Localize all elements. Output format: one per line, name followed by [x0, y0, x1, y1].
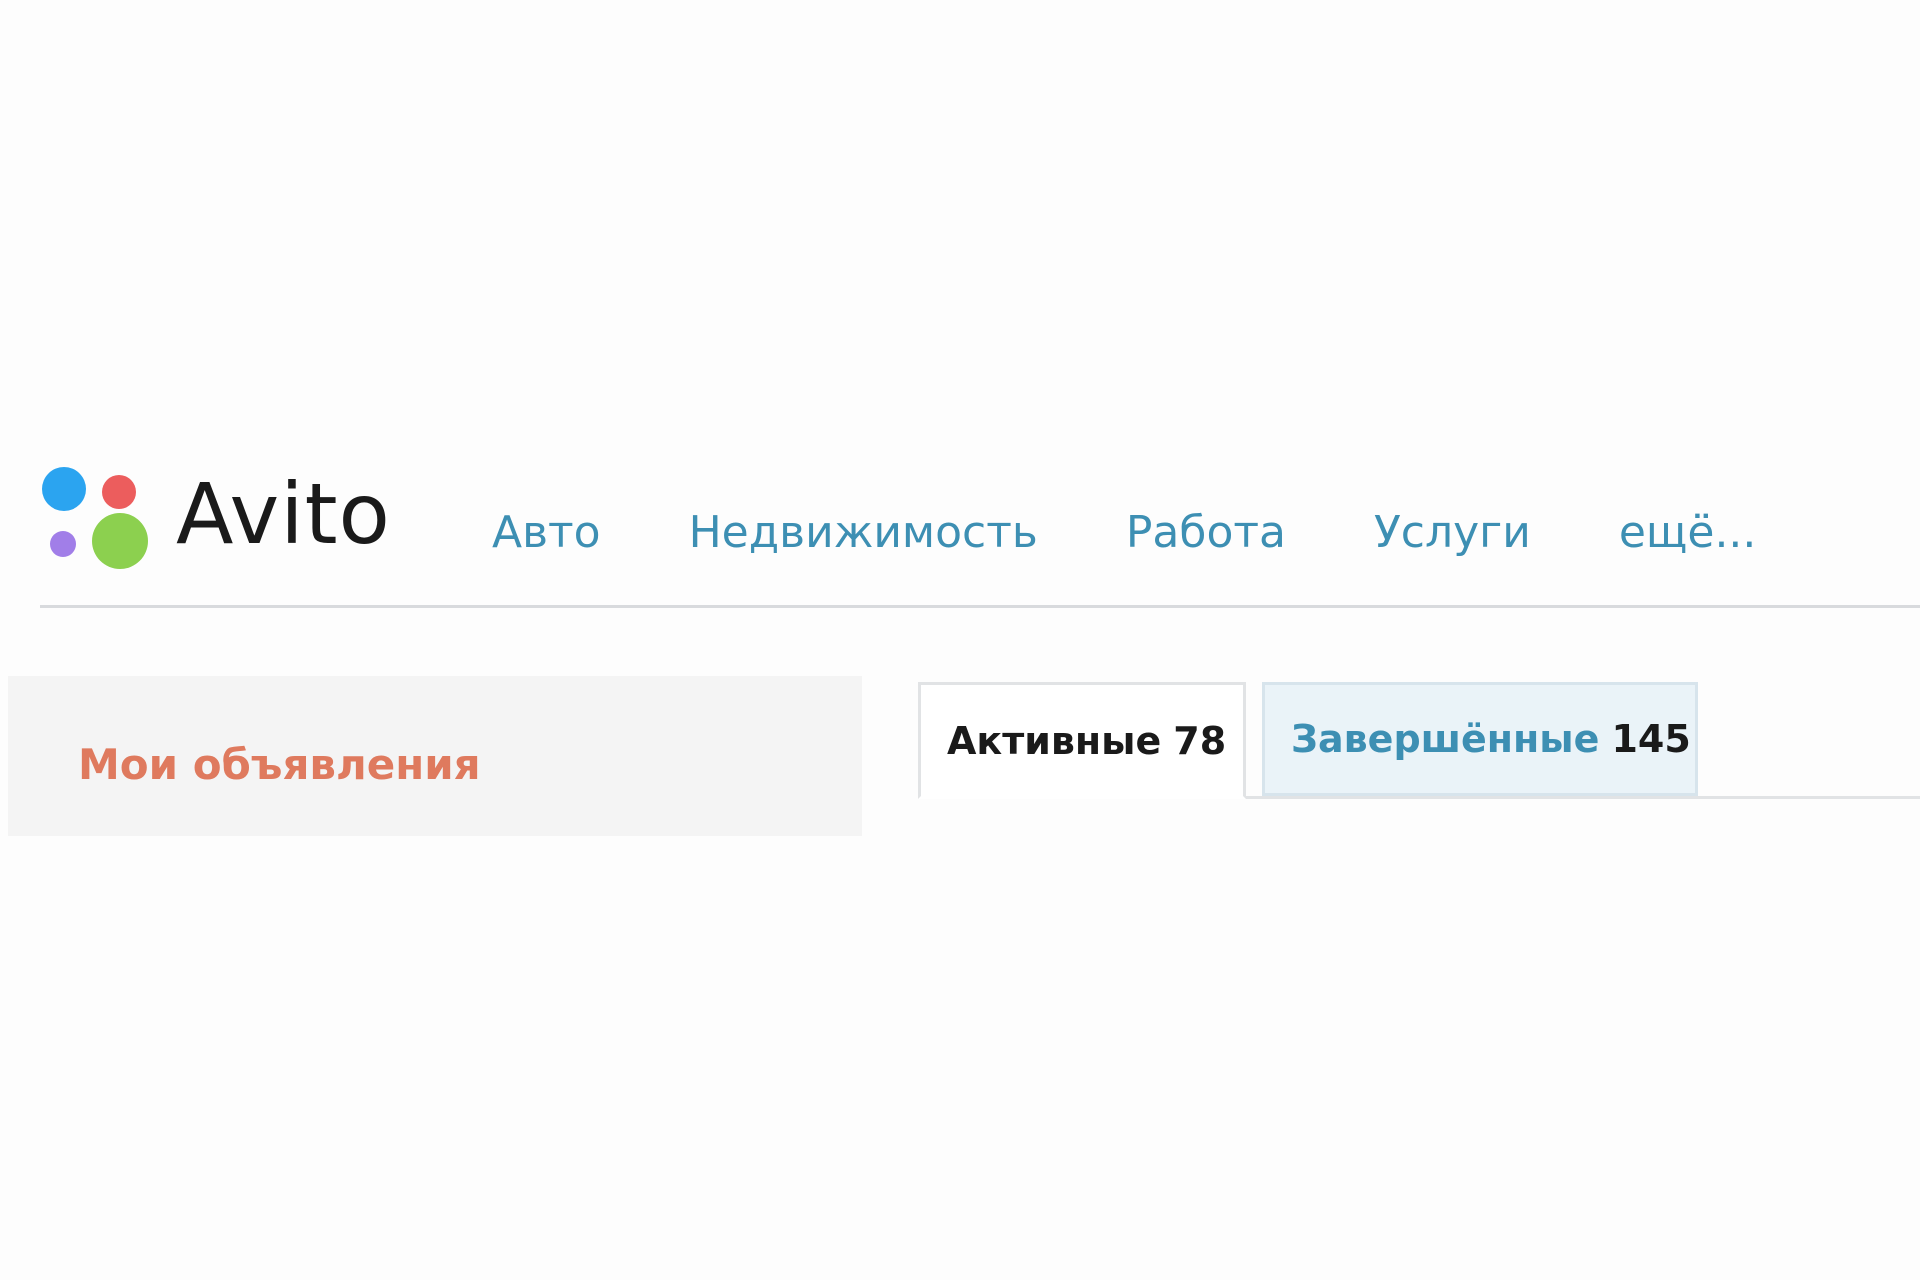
nav-link-real-estate[interactable]: Недвижимость	[689, 507, 1038, 558]
avito-dots-logo-icon	[40, 465, 152, 575]
nav-link-jobs[interactable]: Работа	[1126, 507, 1286, 558]
logo-dot-purple	[50, 531, 76, 557]
logo[interactable]: Avito	[40, 465, 391, 575]
category-nav: Авто Недвижимость Работа Услуги ещё...	[492, 507, 1756, 558]
nav-link-more[interactable]: ещё...	[1619, 507, 1757, 558]
tab-count: 145	[1611, 717, 1691, 761]
sidebar: Мои объявления	[8, 676, 862, 836]
logo-dot-blue	[42, 467, 86, 511]
logo-wordmark: Avito	[176, 465, 391, 563]
tab-completed-listings[interactable]: Завершённые 145	[1262, 682, 1698, 796]
page: Avito Авто Недвижимость Работа Услуги ещ…	[0, 0, 1920, 1280]
tab-label: Активные	[947, 718, 1162, 763]
logo-dot-red	[102, 475, 136, 509]
tab-count: 78	[1173, 718, 1227, 763]
listing-tabs: Активные 78 Завершённые 145	[918, 682, 1920, 802]
nav-link-services[interactable]: Услуги	[1374, 507, 1531, 558]
sidebar-title-my-listings[interactable]: Мои объявления	[78, 740, 481, 789]
nav-link-auto[interactable]: Авто	[492, 507, 601, 558]
header-divider	[40, 605, 1920, 608]
site-header: Avito Авто Недвижимость Работа Услуги ещ…	[0, 445, 1920, 608]
logo-dot-green	[92, 513, 148, 569]
tab-active-listings[interactable]: Активные 78	[918, 682, 1246, 799]
tab-label: Завершённые	[1291, 717, 1600, 761]
